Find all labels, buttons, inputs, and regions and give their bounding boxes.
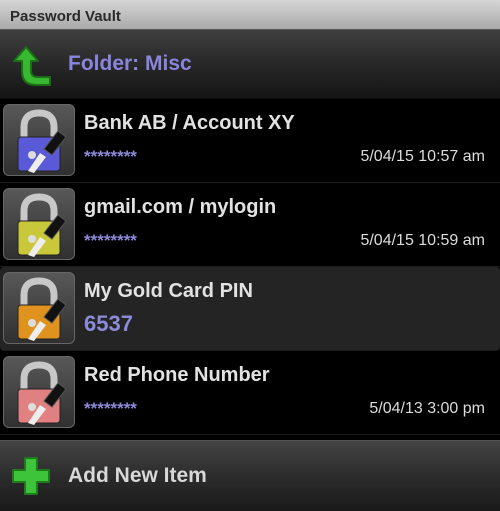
list-item[interactable]: Bank AB / Account XY ******** 5/04/15 10…: [0, 99, 500, 183]
item-timestamp: 5/04/15 10:57 am: [360, 148, 485, 165]
lock-icon: [3, 272, 75, 344]
item-title: Bank AB / Account XY: [84, 112, 295, 134]
item-list: Bank AB / Account XY ******** 5/04/15 10…: [0, 99, 500, 435]
list-item-selected[interactable]: My Gold Card PIN 6537: [0, 267, 500, 351]
app-title-bar: Password Vault: [0, 0, 500, 30]
item-password-masked: ********: [84, 231, 137, 250]
app-title: Password Vault: [10, 8, 121, 25]
item-timestamp: 5/04/13 3:00 pm: [369, 400, 485, 417]
plus-icon: [0, 441, 62, 511]
list-item[interactable]: Red Phone Number ******** 5/04/13 3:00 p…: [0, 351, 500, 435]
lock-icon: [3, 356, 75, 428]
add-new-item-button[interactable]: Add New Item: [0, 440, 500, 511]
item-password-masked: ********: [84, 147, 137, 166]
lock-icon: [3, 104, 75, 176]
folder-label: Folder: Misc: [68, 52, 192, 75]
item-timestamp: 5/04/15 10:59 am: [360, 232, 485, 249]
add-new-item-label: Add New Item: [68, 464, 207, 487]
lock-icon: [3, 188, 75, 260]
item-title: gmail.com / mylogin: [84, 196, 277, 218]
item-title: Red Phone Number: [84, 364, 270, 386]
back-arrow-icon: [0, 30, 62, 98]
list-item[interactable]: gmail.com / mylogin ******** 5/04/15 10:…: [0, 183, 500, 267]
item-secret-value: 6537: [84, 311, 133, 336]
item-password-masked: ********: [84, 399, 137, 418]
item-title: My Gold Card PIN: [84, 280, 253, 302]
folder-up-button[interactable]: Folder: Misc: [0, 30, 500, 99]
